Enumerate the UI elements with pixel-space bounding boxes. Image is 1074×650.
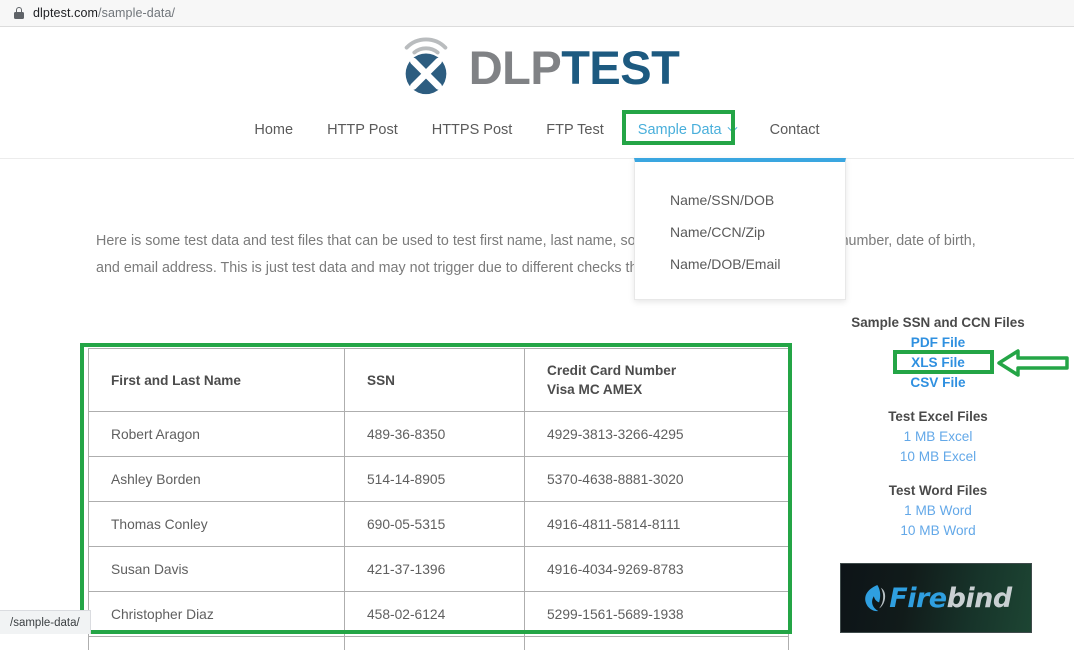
nav-item-http-post[interactable]: HTTP Post bbox=[310, 116, 415, 144]
firebind-wordmark: Firebind bbox=[889, 582, 1013, 614]
nav-item-home[interactable]: Home bbox=[237, 116, 310, 144]
logo-text-dlp: DLP bbox=[468, 40, 562, 94]
lock-icon bbox=[14, 7, 24, 19]
url-host: dlptest.com bbox=[33, 6, 99, 20]
main-navigation: Home HTTP Post HTTPS Post FTP Test Sampl… bbox=[0, 116, 1074, 144]
dropdown-item-name-dob-email[interactable]: Name/DOB/Email bbox=[635, 248, 845, 280]
sidebar-link-1mb-excel[interactable]: 1 MB Excel bbox=[848, 427, 1028, 447]
firebind-flame-icon bbox=[865, 585, 886, 612]
url-path: /sample-data/ bbox=[98, 6, 176, 20]
logo-text-test: TEST bbox=[561, 40, 680, 94]
dropdown-item-name-ssn-dob[interactable]: Name/SSN/DOB bbox=[635, 184, 845, 216]
sidebar-heading-excel: Test Excel Files bbox=[888, 409, 988, 424]
firebind-text-bind: bind bbox=[946, 582, 1013, 614]
dropdown-item-name-ccn-zip[interactable]: Name/CCN/Zip bbox=[635, 216, 845, 248]
nav-item-https-post[interactable]: HTTPS Post bbox=[415, 116, 530, 144]
page-root: dlptest.com/sample-data/ DLPTEST Home HT… bbox=[0, 0, 1074, 650]
annotation-box-sample-data-nav bbox=[622, 110, 735, 145]
firebind-text-fire: Fire bbox=[889, 582, 947, 614]
cell-ccn bbox=[524, 636, 789, 650]
annotation-box-xls-link bbox=[893, 350, 994, 374]
nav-item-ftp-test[interactable]: FTP Test bbox=[529, 116, 620, 144]
sidebar-link-10mb-word[interactable]: 10 MB Word bbox=[848, 521, 1028, 541]
logo-wordmark: DLPTEST bbox=[469, 44, 680, 91]
sidebar-heading-ssn-ccn: Sample SSN and CCN Files bbox=[851, 315, 1025, 330]
firebind-banner[interactable]: Firebind bbox=[840, 563, 1032, 633]
nav-item-contact[interactable]: Contact bbox=[753, 116, 837, 144]
sidebar-link-10mb-excel[interactable]: 10 MB Excel bbox=[848, 447, 1028, 467]
table-row-partial bbox=[88, 636, 789, 650]
intro-paragraph: Here is some test data and test files th… bbox=[96, 233, 976, 276]
status-bar-tooltip: /sample-data/ bbox=[0, 610, 91, 634]
nav-divider bbox=[0, 158, 1074, 159]
cell-name bbox=[88, 636, 345, 650]
site-logo[interactable]: DLPTEST bbox=[0, 36, 1074, 98]
dlp-x-circle-logo bbox=[404, 37, 447, 95]
sidebar-heading-word: Test Word Files bbox=[888, 483, 988, 498]
sidebar-link-1mb-word[interactable]: 1 MB Word bbox=[848, 501, 1028, 521]
left-arrow-annotation bbox=[997, 349, 1069, 377]
url-text: dlptest.com/sample-data/ bbox=[33, 6, 175, 20]
sample-data-dropdown-menu: Name/SSN/DOB Name/CCN/Zip Name/DOB/Email bbox=[634, 158, 846, 300]
annotation-box-table bbox=[80, 343, 792, 634]
browser-url-bar[interactable]: dlptest.com/sample-data/ bbox=[0, 0, 1074, 27]
cell-ssn bbox=[344, 636, 525, 650]
